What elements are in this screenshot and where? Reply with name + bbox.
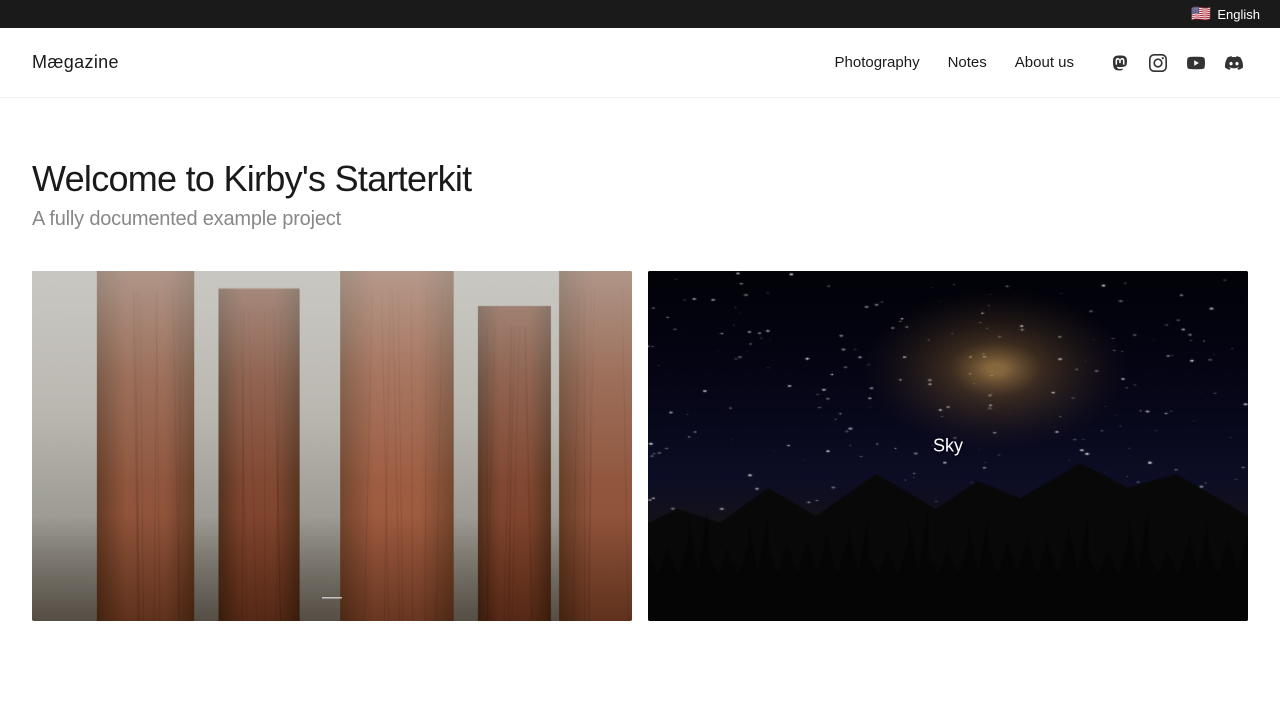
photo-gallery: — Sky <box>0 271 1280 621</box>
social-links <box>1106 49 1248 77</box>
scroll-indicator: — <box>322 586 342 609</box>
site-logo[interactable]: Mægazine <box>32 52 119 73</box>
gallery-item-sky[interactable]: Sky <box>648 271 1248 621</box>
nav-about[interactable]: About us <box>1003 46 1086 79</box>
youtube-icon <box>1187 54 1205 72</box>
mastodon-link[interactable] <box>1106 49 1134 77</box>
language-selector[interactable]: 🇺🇸 English <box>1191 7 1260 22</box>
top-bar: 🇺🇸 English <box>0 0 1280 28</box>
hero-section: Welcome to Kirby's Starterkit A fully do… <box>0 98 1280 271</box>
main-nav: Photography Notes About us <box>823 46 1248 79</box>
discord-link[interactable] <box>1220 49 1248 77</box>
site-header: Mægazine Photography Notes About us <box>0 28 1280 98</box>
hero-title: Welcome to Kirby's Starterkit <box>32 158 1248 200</box>
sky-canvas <box>648 271 1248 621</box>
hero-subtitle: A fully documented example project <box>32 208 1248 231</box>
flag-icon: 🇺🇸 <box>1191 7 1211 21</box>
instagram-icon <box>1149 54 1167 72</box>
language-label: English <box>1217 7 1260 22</box>
discord-icon <box>1225 54 1243 72</box>
gallery-item-forest[interactable]: — <box>32 271 632 621</box>
nav-links: Photography Notes About us <box>823 46 1086 79</box>
instagram-link[interactable] <box>1144 49 1172 77</box>
forest-canvas <box>32 271 632 621</box>
mastodon-icon <box>1111 54 1129 72</box>
youtube-link[interactable] <box>1182 49 1210 77</box>
nav-notes[interactable]: Notes <box>936 46 999 79</box>
nav-photography[interactable]: Photography <box>823 46 932 79</box>
